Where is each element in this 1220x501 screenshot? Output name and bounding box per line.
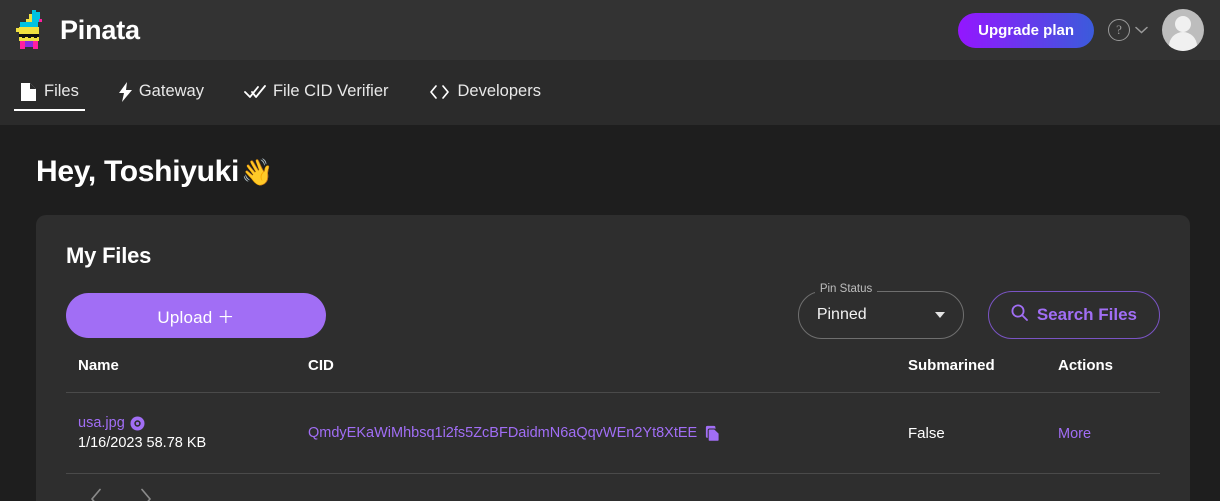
more-link[interactable]: More	[1058, 426, 1091, 442]
greeting-text: Hey, Toshiyuki	[36, 155, 240, 188]
file-icon	[20, 82, 37, 102]
chevron-left-icon[interactable]	[90, 488, 103, 501]
code-brackets-icon	[429, 84, 451, 100]
column-header-cid: CID	[296, 357, 896, 393]
bolt-icon	[118, 82, 132, 102]
tab-file-cid-verifier[interactable]: File CID Verifier	[238, 60, 395, 124]
cell-name: usa.jpg 1/16/2023 58.78 KB	[66, 392, 296, 474]
file-meta: 1/16/2023 58.78 KB	[78, 435, 207, 451]
tab-files-label: Files	[44, 81, 79, 100]
files-toolbar-right: Pin Status Pinned Search Files	[797, 283, 1160, 339]
column-header-actions: Actions	[1046, 357, 1160, 393]
double-check-icon	[244, 84, 266, 100]
files-toolbar: Upload ＋ Pin Status Pinned Search Files	[66, 283, 1160, 339]
table-row: usa.jpg 1/16/2023 58.78 KB QmdyEKaWiMhbs…	[66, 392, 1160, 474]
file-name-link[interactable]: usa.jpg	[78, 415, 125, 431]
chevron-down-icon[interactable]	[934, 312, 945, 318]
cid-value[interactable]: QmdyEKaWiMhbsq1i2fs5ZcBFDaidmN6aQqvWEn2Y…	[308, 425, 697, 441]
brand[interactable]: Pinata	[12, 9, 140, 51]
waving-hand-icon: 👋	[241, 156, 274, 187]
my-files-card: My Files Upload ＋ Pin Status Pinned Sear…	[36, 215, 1190, 501]
top-header-bar: Pinata Upgrade plan ?	[0, 0, 1220, 60]
search-icon	[1011, 304, 1028, 326]
cell-cid: QmdyEKaWiMhbsq1i2fs5ZcBFDaidmN6aQqvWEn2Y…	[296, 392, 896, 474]
upgrade-plan-button[interactable]: Upgrade plan	[958, 12, 1094, 48]
cid-line: QmdyEKaWiMhbsq1i2fs5ZcBFDaidmN6aQqvWEn2Y…	[308, 425, 896, 442]
tab-gateway[interactable]: Gateway	[113, 60, 210, 124]
pin-status-value: Pinned	[816, 306, 867, 323]
question-circle-icon[interactable]: ?	[1108, 19, 1130, 41]
column-header-submarined: Submarined	[896, 357, 1046, 393]
pagination	[66, 474, 1160, 501]
file-name-line: usa.jpg	[78, 415, 296, 431]
card-title: My Files	[66, 243, 152, 268]
files-table: Name CID Submarined Actions usa.jpg 1/16…	[66, 357, 1160, 474]
pin-status-label: Pin Status	[814, 283, 878, 295]
header-actions: Upgrade plan ?	[958, 9, 1204, 51]
brand-name: Pinata	[60, 14, 140, 45]
tab-developers-label: Developers	[457, 81, 541, 100]
search-files-button[interactable]: Search Files	[987, 291, 1160, 339]
tab-gateway-label: Gateway	[138, 81, 204, 100]
chevron-down-icon[interactable]	[1135, 21, 1148, 39]
search-files-label: Search Files	[1036, 305, 1137, 324]
eye-icon[interactable]	[130, 416, 145, 431]
upload-button[interactable]: Upload ＋	[66, 292, 326, 338]
cell-submarined: False	[896, 392, 1046, 474]
cell-actions: More	[1046, 392, 1160, 474]
tab-file-cid-verifier-label: File CID Verifier	[272, 81, 389, 100]
column-header-name: Name	[66, 357, 296, 393]
tab-developers[interactable]: Developers	[423, 60, 547, 124]
table-header-row: Name CID Submarined Actions	[66, 357, 1160, 393]
user-avatar[interactable]	[1162, 9, 1204, 51]
pin-status-select[interactable]: Pin Status Pinned	[797, 283, 964, 339]
main-navigation: Files Gateway File CID Verifier Develope…	[0, 60, 1220, 125]
chevron-right-icon[interactable]	[139, 488, 152, 501]
pinata-logo-icon	[12, 9, 46, 51]
tab-files[interactable]: Files	[14, 60, 85, 124]
copy-icon[interactable]	[705, 425, 721, 442]
page-title: Hey, Toshiyuki 👋	[0, 125, 1220, 189]
help-menu[interactable]: ?	[1108, 19, 1148, 41]
